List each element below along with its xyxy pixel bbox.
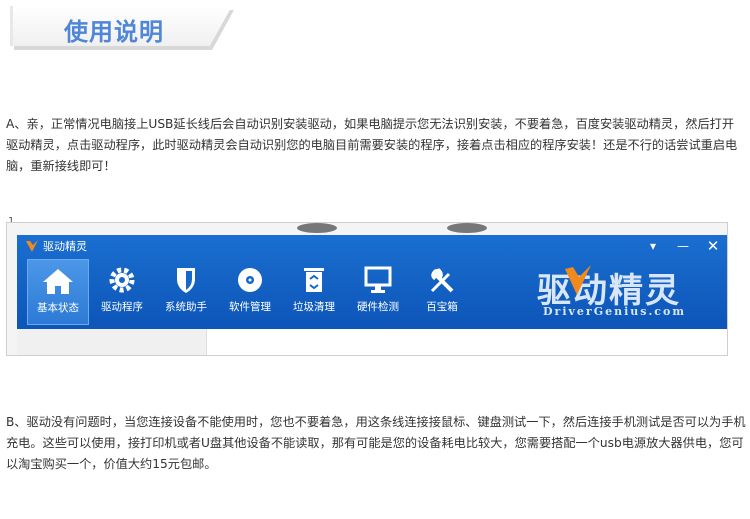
gear-icon [109, 267, 135, 293]
app-logo-icon [26, 240, 38, 252]
shield-icon [177, 268, 195, 293]
app-left-pane [17, 329, 207, 355]
tool-label: 驱动程序 [101, 301, 143, 313]
brand-logo: 驱动精灵 DriverGenius.com [537, 263, 697, 323]
minimize-button[interactable]: — [673, 237, 693, 255]
tool-label: 硬件检测 [357, 301, 399, 313]
tool-software-management[interactable]: 软件管理 [219, 259, 281, 325]
page-title: 使用说明 [64, 18, 164, 46]
monitor-icon [364, 266, 392, 293]
app-title: 驱动精灵 [43, 240, 87, 253]
tool-system-assistant[interactable]: 系统助手 [155, 259, 217, 325]
tool-junk-cleanup[interactable]: 垃圾清理 [283, 259, 345, 325]
tool-label: 百宝箱 [426, 301, 458, 313]
instruction-paragraph-b: B、驱动没有问题时，当您连接设备不能使用时，您也不要着急，用这条线连接接鼠标、键… [6, 415, 746, 471]
tool-label: 基本状态 [37, 302, 79, 314]
disc-icon [238, 268, 262, 292]
trash-icon [304, 268, 324, 292]
menu-dropdown-button[interactable]: ▾ [643, 237, 663, 255]
tool-label: 垃圾清理 [293, 301, 335, 313]
tool-treasure-box[interactable]: 百宝箱 [411, 259, 473, 325]
brand-swoosh-icon [565, 265, 591, 295]
home-icon [43, 269, 73, 294]
app-window: 驱动精灵 ▾ — ✕ 基本状态 驱动程序 系统助手 软件管理 垃圾清理 硬件检测… [17, 235, 727, 329]
top-decoration [250, 8, 720, 30]
background-shape [447, 223, 487, 233]
tool-basic-status[interactable]: 基本状态 [27, 259, 89, 325]
tools-icon [430, 268, 454, 293]
app-content-area [17, 329, 727, 355]
tool-label: 系统助手 [165, 301, 207, 313]
background-shape [297, 223, 337, 233]
title-bar: 驱动精灵 ▾ — ✕ [17, 235, 727, 257]
tool-driver-programs[interactable]: 驱动程序 [91, 259, 153, 325]
instruction-paragraph-a: A、亲，正常情况电脑接上USB延长线后会自动识别安装驱动，如果电脑提示您无法识别… [6, 117, 738, 173]
brand-name-en: DriverGenius.com [543, 305, 686, 318]
app-screenshot: 驱动精灵 ▾ — ✕ 基本状态 驱动程序 系统助手 软件管理 垃圾清理 硬件检测… [6, 222, 728, 356]
tool-label: 软件管理 [229, 301, 271, 313]
close-button[interactable]: ✕ [703, 237, 723, 255]
tool-hardware-detection[interactable]: 硬件检测 [347, 259, 409, 325]
